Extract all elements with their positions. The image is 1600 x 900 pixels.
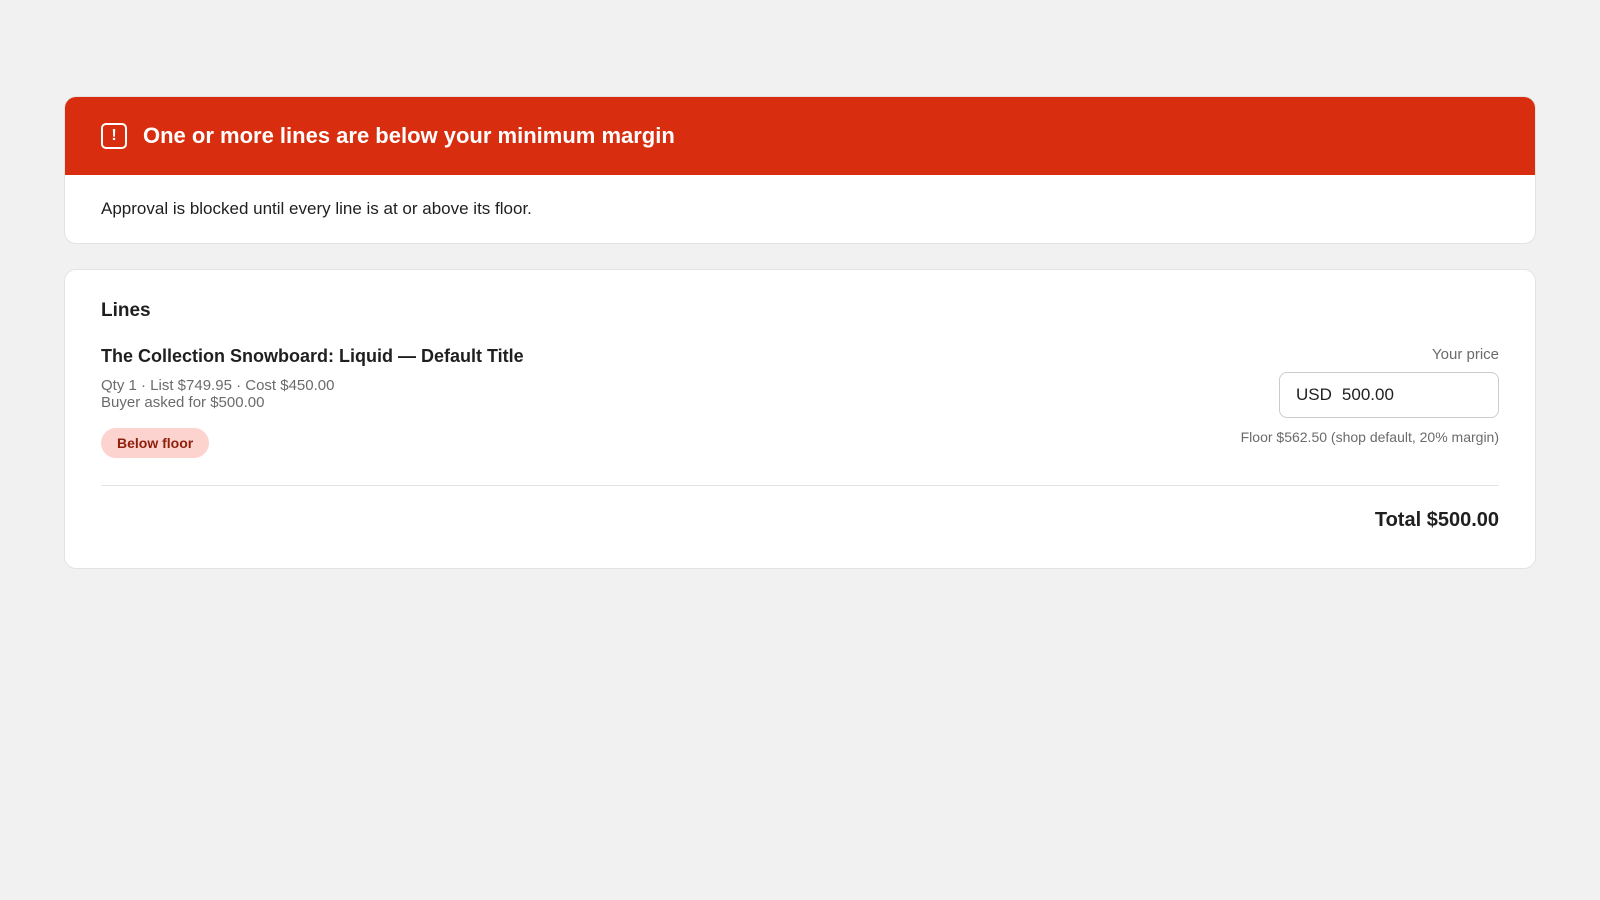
exclamation-square-icon: ! [101, 123, 127, 149]
lines-card: Lines The Collection Snowboard: Liquid —… [64, 269, 1536, 569]
banner-title: One or more lines are below your minimum… [143, 123, 675, 148]
below-floor-badge: Below floor [101, 428, 210, 458]
order-total: Total $500.00 [1374, 509, 1499, 531]
banner-header: ! One or more lines are below your minim… [65, 97, 1535, 175]
line-pricing-summary: Qty 1 · List $749.95 · Cost $450.00 [101, 377, 335, 394]
your-price-label: Your price [1432, 346, 1499, 363]
price-input[interactable] [1341, 385, 1482, 405]
line-meta: Qty 1 · List $749.95 · Cost $450.00 Buye… [101, 377, 524, 411]
price-field[interactable]: USD [1279, 372, 1499, 418]
price-currency: USD [1296, 385, 1332, 404]
divider [101, 485, 1499, 486]
banner-body: Approval is blocked until every line is … [101, 199, 532, 218]
line-item-details: The Collection Snowboard: Liquid — Defau… [101, 346, 524, 458]
line-item-pricing: Your price USD Floor $562.50 (shop defau… [1241, 346, 1499, 445]
product-title: The Collection Snowboard: Liquid — Defau… [101, 346, 524, 366]
margin-warning-banner: ! One or more lines are below your minim… [64, 96, 1536, 244]
buyer-ask: Buyer asked for $500.00 [101, 394, 265, 411]
floor-note: Floor $562.50 (shop default, 20% margin) [1240, 429, 1499, 445]
page: ! One or more lines are below your minim… [64, 96, 1536, 569]
line-item: The Collection Snowboard: Liquid — Defau… [101, 346, 1499, 458]
lines-heading: Lines [101, 300, 151, 321]
